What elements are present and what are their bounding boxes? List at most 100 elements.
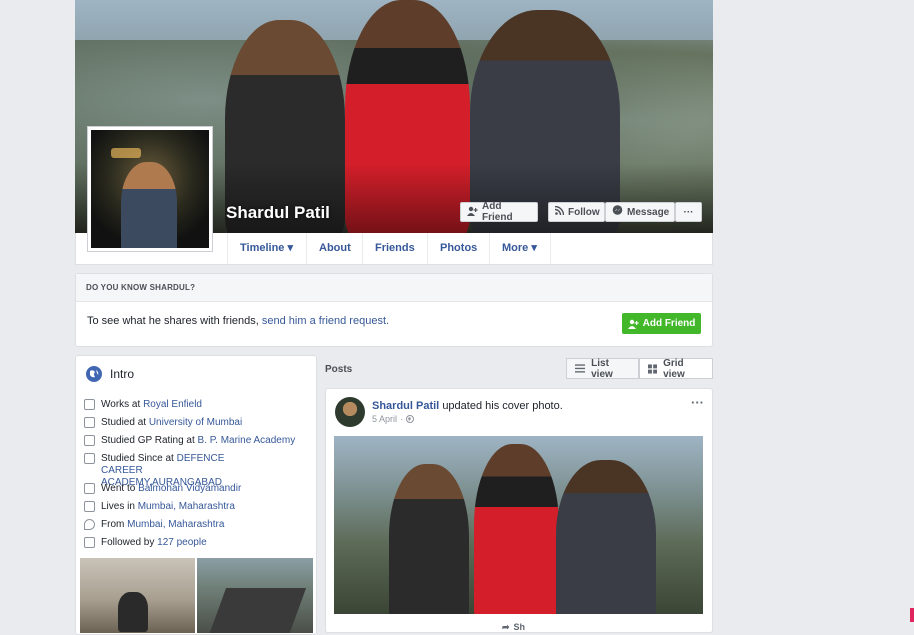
know-add-friend-label: Add Friend	[642, 318, 696, 329]
intro-item-prefix: Studied GP Rating at	[101, 435, 195, 446]
post-photo-person-middle	[474, 444, 559, 614]
public-globe-icon[interactable]	[406, 415, 415, 423]
post-photo-person-right	[556, 460, 656, 614]
home-icon	[84, 501, 95, 512]
add-friend-label: Add Friend	[482, 201, 513, 223]
post-more-button[interactable]: ···	[691, 395, 704, 410]
intro-item-prefix: Studied at	[101, 417, 147, 428]
intro-item-education: Went to Balmohan Vidyamandir	[84, 483, 241, 495]
post-bottom-partial: ➦ Sh	[502, 622, 525, 633]
intro-title: Intro	[110, 367, 135, 381]
tab-friends-label: Friends	[375, 242, 415, 254]
post-meta: 5 April ·	[372, 414, 415, 424]
intro-item-link[interactable]: Royal Enfield	[143, 399, 202, 410]
post-header-line: Shardul Patil updated his cover photo.	[372, 400, 563, 412]
intro-item-followers: Followed by 127 people	[84, 537, 207, 549]
intro-item-prefix: Works at	[101, 399, 141, 410]
followers-icon	[84, 537, 95, 548]
intro-item-prefix: Followed by	[101, 537, 155, 548]
corner-indicator	[910, 608, 914, 622]
avatar-lights	[111, 148, 141, 158]
intro-item-link[interactable]: Balmohan Vidyamandir	[138, 483, 241, 494]
add-friend-icon	[627, 319, 639, 329]
profile-name[interactable]: Shardul Patil	[226, 203, 330, 223]
know-box: DO YOU KNOW SHARDUL? To see what he shar…	[75, 273, 713, 347]
more-options-button[interactable]: ···	[675, 202, 702, 222]
graduation-cap-icon	[84, 483, 95, 494]
intro-item-lives: Lives in Mumbai, Maharashtra	[84, 501, 235, 513]
profile-picture[interactable]	[87, 126, 213, 252]
intro-item-text: Studied GP Rating at B. P. Marine Academ…	[101, 435, 295, 447]
know-header: DO YOU KNOW SHARDUL?	[76, 274, 712, 302]
profile-picture-image	[91, 130, 209, 248]
intro-item-from: From Mumbai, Maharashtra	[84, 519, 224, 531]
intro-photo-thumbnail[interactable]	[80, 558, 195, 633]
tab-photos-label: Photos	[440, 242, 478, 254]
intro-item-text: Lives in Mumbai, Maharashtra	[101, 501, 235, 513]
more-options-label: ···	[683, 206, 694, 218]
intro-item-text: Works at Royal Enfield	[101, 399, 202, 411]
intro-item-text: Went to Balmohan Vidyamandir	[101, 483, 241, 495]
post-author-avatar[interactable]	[335, 397, 365, 427]
intro-item-link[interactable]: Mumbai, Maharashtra	[127, 519, 224, 530]
share-icon: ➦	[502, 622, 510, 632]
location-pin-icon	[84, 519, 95, 530]
add-friend-button[interactable]: Add Friend	[460, 201, 538, 223]
add-friend-icon	[467, 206, 478, 219]
messenger-icon	[612, 205, 623, 219]
intro-item-text: Studied at University of Mumbai	[101, 417, 242, 429]
intro-item-text: From Mumbai, Maharashtra	[101, 519, 224, 531]
avatar-person	[121, 162, 177, 248]
message-button[interactable]: Message	[605, 202, 675, 222]
tab-photos[interactable]: Photos	[427, 233, 489, 264]
post-photo[interactable]	[334, 436, 703, 614]
intro-item-link[interactable]: University of Mumbai	[149, 417, 242, 428]
follow-button[interactable]: Follow	[548, 202, 605, 222]
intro-item-link[interactable]: 127 people	[157, 537, 207, 548]
posts-header: Posts	[325, 364, 353, 375]
post-meta-separator: ·	[400, 414, 404, 424]
globe-icon	[86, 366, 102, 382]
graduation-cap-icon	[84, 435, 95, 446]
tab-more[interactable]: More ▾	[489, 233, 551, 264]
post-author-name[interactable]: Shardul Patil	[372, 400, 439, 412]
graduation-cap-icon	[84, 453, 95, 464]
tab-timeline-label: Timeline ▾	[240, 242, 294, 254]
message-label: Message	[627, 206, 670, 218]
intro-item-education: Studied GP Rating at B. P. Marine Academ…	[84, 435, 295, 447]
intro-card: Intro Works at Royal Enfield Studied at …	[75, 355, 317, 635]
post-photo-person-left	[389, 464, 469, 614]
intro-header: Intro	[86, 366, 134, 382]
post-bottom-label[interactable]: Sh	[514, 622, 526, 633]
tab-more-label: More ▾	[502, 242, 537, 254]
know-text-row: To see what he shares with friends, send…	[87, 315, 389, 327]
tab-timeline[interactable]: Timeline ▾	[227, 233, 306, 264]
intro-item-prefix: Went to	[101, 483, 136, 494]
rss-icon	[554, 205, 565, 218]
intro-item-prefix: Studied Since at	[101, 453, 174, 464]
briefcase-icon	[84, 399, 95, 410]
intro-item-prefix: Lives in	[101, 501, 135, 512]
list-view-label: List view	[591, 357, 613, 380]
grid-view-label: Grid view	[663, 357, 685, 380]
thumbnail-rider	[118, 592, 148, 632]
intro-item-prefix: From	[101, 519, 125, 530]
tab-friends[interactable]: Friends	[362, 233, 427, 264]
know-add-friend-button[interactable]: Add Friend	[622, 313, 701, 334]
intro-item-link[interactable]: Mumbai, Maharashtra	[138, 501, 235, 512]
follow-label: Follow	[568, 206, 600, 218]
thumbnail-road	[207, 588, 307, 633]
tab-about-label: About	[319, 242, 351, 254]
list-icon	[575, 364, 586, 373]
post-date[interactable]: 5 April	[372, 414, 397, 424]
intro-item-education: Studied at University of Mumbai	[84, 417, 242, 429]
intro-item-link[interactable]: B. P. Marine Academy	[198, 435, 296, 446]
grid-icon	[648, 363, 658, 374]
friend-request-link[interactable]: send him a friend request.	[262, 315, 389, 327]
list-view-button[interactable]: List view	[566, 357, 639, 380]
intro-photo-thumbnail[interactable]	[197, 558, 313, 633]
intro-item-text: Followed by 127 people	[101, 537, 207, 549]
tab-about[interactable]: About	[306, 233, 362, 264]
graduation-cap-icon	[84, 417, 95, 428]
grid-view-button[interactable]: Grid view	[639, 357, 713, 380]
